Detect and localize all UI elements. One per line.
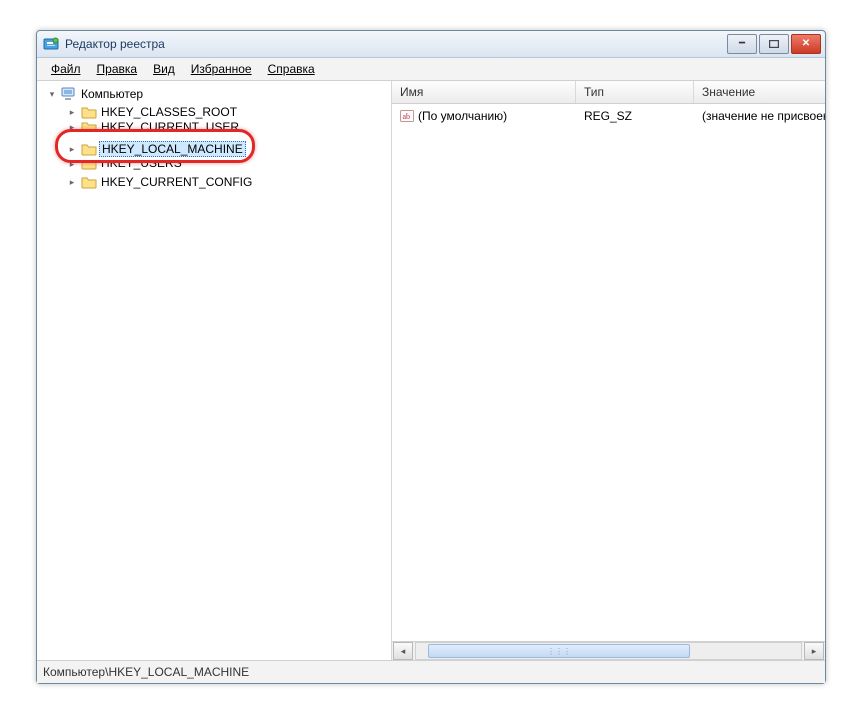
maximize-button[interactable] (759, 34, 789, 54)
value-data: (значение не присвоено) (694, 109, 825, 123)
title-bar[interactable]: Редактор реестра ━ ✕ (37, 31, 825, 58)
folder-icon (81, 161, 97, 170)
expand-icon[interactable]: ▸ (67, 144, 77, 155)
values-panel: Имя Тип Значение ab (По умолчанию) (392, 81, 825, 660)
menu-file[interactable]: Файл (43, 60, 89, 78)
tree-item-label: HKEY_LOCAL_MACHINE (99, 141, 246, 157)
tree-panel[interactable]: ▾ Компьютер ▸ HKEY_CLASSES_ROOT (37, 81, 392, 660)
regedit-icon (43, 36, 59, 52)
regedit-window: Редактор реестра ━ ✕ Файл Правка Вид Изб… (36, 30, 826, 684)
tree-root[interactable]: ▾ Компьютер (37, 85, 391, 103)
close-button[interactable]: ✕ (791, 34, 821, 54)
tree-item-label: HKEY_CURRENT_CONFIG (101, 175, 252, 189)
folder-icon (81, 175, 97, 189)
scroll-left-button[interactable]: ◂ (393, 642, 413, 660)
tree-item-label: HKEY_CURRENT_USER (101, 122, 239, 132)
scroll-right-button[interactable]: ▸ (804, 642, 824, 660)
expand-icon[interactable]: ▸ (67, 177, 77, 188)
menu-view[interactable]: Вид (145, 60, 183, 78)
tree-item-hkcu[interactable]: ▸ HKEY_CURRENT_USER (67, 122, 317, 132)
collapse-icon[interactable]: ▾ (47, 89, 57, 100)
column-header-value[interactable]: Значение (694, 81, 825, 103)
value-type: REG_SZ (576, 109, 694, 123)
column-header-name[interactable]: Имя (392, 81, 576, 103)
expand-icon[interactable]: ▸ (67, 161, 77, 170)
column-header-type[interactable]: Тип (576, 81, 694, 103)
computer-icon (61, 87, 77, 101)
values-header: Имя Тип Значение (392, 81, 825, 104)
client-area: ▾ Компьютер ▸ HKEY_CLASSES_ROOT (37, 81, 825, 660)
expand-icon[interactable]: ▸ (67, 122, 77, 132)
horizontal-scrollbar[interactable]: ◂ ⋮⋮⋮ ▸ (392, 641, 825, 660)
scroll-track[interactable]: ⋮⋮⋮ (415, 642, 802, 660)
minimize-button[interactable]: ━ (727, 34, 757, 54)
tree-item-label: HKEY_CLASSES_ROOT (101, 105, 237, 119)
menu-edit[interactable]: Правка (89, 60, 146, 78)
tree-root-label: Компьютер (81, 87, 143, 101)
value-name: (По умолчанию) (418, 109, 507, 123)
folder-icon (81, 105, 97, 119)
menu-bar: Файл Правка Вид Избранное Справка (37, 58, 825, 81)
string-value-icon: ab (400, 109, 414, 123)
values-list[interactable]: ab (По умолчанию) REG_SZ (значение не пр… (392, 104, 825, 641)
folder-icon (81, 142, 97, 156)
tree-item-hku[interactable]: ▸ HKEY_USERS (67, 161, 317, 170)
expand-icon[interactable]: ▸ (67, 107, 77, 118)
status-bar: Компьютер\HKEY_LOCAL_MACHINE (37, 660, 825, 683)
window-title: Редактор реестра (65, 37, 727, 51)
value-row[interactable]: ab (По умолчанию) REG_SZ (значение не пр… (392, 104, 825, 126)
tree-item-hklm[interactable]: ▸ HKEY_LOCAL_MACHINE (37, 140, 391, 158)
window-buttons: ━ ✕ (727, 34, 821, 54)
tree-item-hkcc[interactable]: ▸ HKEY_CURRENT_CONFIG (37, 173, 391, 191)
tree-item-label: HKEY_USERS (101, 161, 182, 170)
status-path: Компьютер\HKEY_LOCAL_MACHINE (43, 665, 249, 679)
menu-favorites[interactable]: Избранное (183, 60, 260, 78)
menu-help[interactable]: Справка (260, 60, 323, 78)
folder-icon (81, 122, 97, 132)
svg-text:ab: ab (403, 112, 411, 121)
scroll-thumb[interactable]: ⋮⋮⋮ (428, 644, 690, 658)
tree-item-hkcr[interactable]: ▸ HKEY_CLASSES_ROOT (37, 103, 391, 121)
